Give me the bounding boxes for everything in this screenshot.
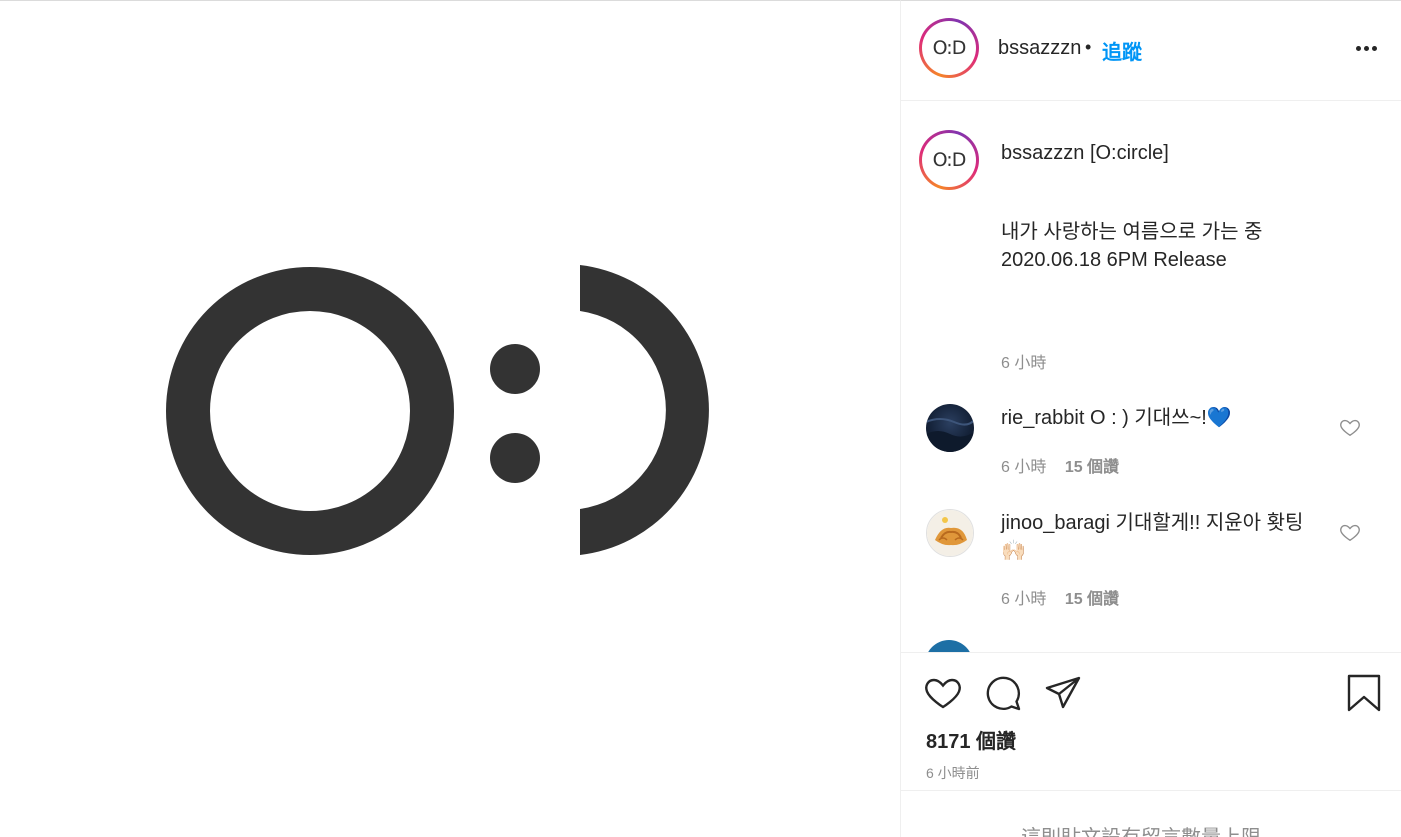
comment-text-line: rie_rabbit O : ) 기대쓰~!💙 bbox=[1001, 404, 1321, 432]
comment-text-line: jinoo_baragi 기대할게!! 지윤아 홧팅 🙌🏻 bbox=[1001, 509, 1321, 565]
comment-username[interactable]: rie_rabbit bbox=[1001, 407, 1084, 429]
comment-like-heart-icon[interactable] bbox=[1339, 521, 1361, 543]
caption-username[interactable]: bssazzzn bbox=[1001, 142, 1084, 164]
caption-time[interactable]: 6 小時 bbox=[1001, 349, 1046, 373]
like-heart-icon[interactable] bbox=[923, 673, 963, 713]
share-paper-plane-icon[interactable] bbox=[1043, 673, 1083, 713]
caption-avatar[interactable]: O:D bbox=[919, 130, 979, 190]
logo-graphic bbox=[166, 265, 709, 555]
post-side-panel: O:D bssazzzn • 追蹤 O:D bssazzzn [O:circle… bbox=[900, 0, 1401, 837]
post-image[interactable] bbox=[0, 0, 900, 837]
save-bookmark-icon[interactable] bbox=[1344, 673, 1384, 713]
comments-limited-text: 這則貼文設有留言數量上限。 bbox=[901, 821, 1401, 837]
commenter-avatar-partial[interactable] bbox=[925, 640, 973, 652]
comment-likes[interactable]: 15 個讚 bbox=[1065, 591, 1119, 608]
caption-header: bssazzzn [O:circle] bbox=[1001, 142, 1169, 165]
comment-bubble-icon[interactable] bbox=[983, 673, 1023, 713]
comments-limited-notice: 這則貼文設有留言數量上限。 bbox=[901, 790, 1401, 837]
avatar-logo-text: O:D bbox=[932, 37, 967, 59]
post-timestamp[interactable]: 6 小時前 bbox=[926, 763, 980, 783]
logo-paren bbox=[580, 265, 709, 555]
caption-avatar-logo-text: O:D bbox=[932, 149, 967, 171]
comment-body: O : ) 기대쓰~!💙 bbox=[1089, 407, 1232, 429]
post-actions: 8171 個讚 6 小時前 bbox=[901, 652, 1401, 792]
logo-colon-bottom bbox=[490, 433, 540, 483]
comment-time[interactable]: 6 小時 bbox=[1001, 591, 1046, 608]
caption-body: 내가 사랑하는 여름으로 가는 중 2020.06.18 6PM Release bbox=[1001, 221, 1263, 271]
comment-time[interactable]: 6 小時 bbox=[1001, 459, 1046, 476]
follow-button[interactable]: 追蹤 bbox=[1102, 36, 1142, 65]
comment-meta: 6 小時 15 個讚 bbox=[1001, 585, 1119, 609]
author-username[interactable]: bssazzzn bbox=[998, 37, 1081, 60]
comment-meta: 6 小時 15 個讚 bbox=[1001, 453, 1119, 477]
caption-title: [O:circle] bbox=[1089, 142, 1169, 164]
comment-likes[interactable]: 15 個讚 bbox=[1065, 459, 1119, 476]
post-likes-count[interactable]: 8171 個讚 bbox=[926, 725, 1016, 754]
header-separator: • bbox=[1085, 37, 1092, 57]
author-avatar[interactable]: O:D bbox=[919, 18, 979, 78]
comment-username[interactable]: jinoo_baragi bbox=[1001, 512, 1110, 534]
commenter-avatar[interactable] bbox=[926, 509, 974, 557]
commenter-avatar[interactable] bbox=[926, 404, 974, 452]
comment-like-heart-icon[interactable] bbox=[1339, 416, 1361, 438]
logo-o-ring bbox=[166, 267, 454, 555]
logo-colon-top bbox=[490, 344, 540, 394]
more-options-icon[interactable] bbox=[1353, 35, 1379, 61]
post-header: O:D bssazzzn • 追蹤 bbox=[901, 1, 1401, 101]
